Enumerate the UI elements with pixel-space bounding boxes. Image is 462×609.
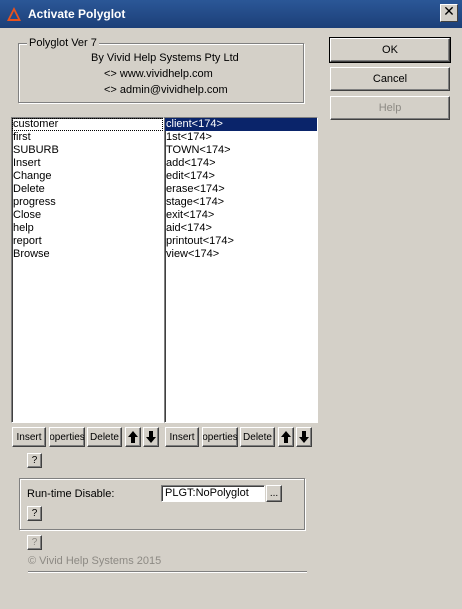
lists-help-button[interactable]: ? <box>27 453 42 468</box>
left-delete-button[interactable]: Delete <box>87 427 122 447</box>
left-move-down-button[interactable] <box>143 427 159 447</box>
ok-button[interactable]: OK <box>329 37 451 63</box>
list-item[interactable]: exit<174> <box>165 209 317 222</box>
footer-divider <box>28 571 307 573</box>
list-item[interactable]: SUBURB <box>12 144 163 157</box>
right-insert-button[interactable]: Insert <box>165 427 199 447</box>
list-item[interactable]: TOWN<174> <box>165 144 317 157</box>
translation-keyword-list[interactable]: client<174> 1st<174> TOWN<174> add<174> … <box>164 117 318 423</box>
company-text: By Vivid Help Systems Pty Ltd <box>91 52 239 64</box>
list-item[interactable]: Close <box>12 209 163 222</box>
list-item[interactable]: client<174> <box>165 118 317 131</box>
source-keyword-list[interactable]: customer first SUBURB Insert Change Dele… <box>11 117 164 423</box>
runtime-disable-label: Run-time Disable: <box>27 488 115 500</box>
list-item[interactable]: progress <box>12 196 163 209</box>
list-item[interactable]: erase<174> <box>165 183 317 196</box>
list-item[interactable]: report <box>12 235 163 248</box>
window-title: Activate Polyglot <box>28 7 126 21</box>
list-item[interactable]: help <box>12 222 163 235</box>
arrow-down-icon <box>299 431 309 443</box>
list-item[interactable]: Delete <box>12 183 163 196</box>
runtime-browse-button[interactable]: ... <box>266 485 282 502</box>
arrow-down-icon <box>146 431 156 443</box>
list-item[interactable]: view<174> <box>165 248 317 261</box>
list-item[interactable]: aid<174> <box>165 222 317 235</box>
list-item[interactable]: customer <box>12 118 163 131</box>
footer-help-button[interactable]: ? <box>27 535 42 550</box>
left-insert-button[interactable]: Insert <box>12 427 46 447</box>
title-bar: Activate Polyglot ✕ <box>0 0 462 28</box>
runtime-disable-input[interactable]: PLGT:NoPolyglot <box>161 485 265 502</box>
right-move-down-button[interactable] <box>296 427 312 447</box>
right-delete-button[interactable]: Delete <box>240 427 275 447</box>
list-item[interactable]: add<174> <box>165 157 317 170</box>
close-button[interactable]: ✕ <box>440 4 458 22</box>
email-link[interactable]: <> admin@vividhelp.com <box>104 84 228 96</box>
list-item[interactable]: Change <box>12 170 163 183</box>
list-item[interactable]: Insert <box>12 157 163 170</box>
list-item[interactable]: edit<174> <box>165 170 317 183</box>
left-properties-button[interactable]: operties <box>49 427 85 447</box>
copyright-text: © Vivid Help Systems 2015 <box>28 555 162 567</box>
arrow-up-icon <box>281 431 291 443</box>
runtime-help-button[interactable]: ? <box>27 506 42 521</box>
right-properties-button[interactable]: operties <box>202 427 238 447</box>
arrow-up-icon <box>128 431 138 443</box>
help-button[interactable]: Help <box>330 96 450 120</box>
list-item[interactable]: first <box>12 131 163 144</box>
cancel-button[interactable]: Cancel <box>330 67 450 91</box>
list-item[interactable]: stage<174> <box>165 196 317 209</box>
right-move-up-button[interactable] <box>278 427 294 447</box>
website-link[interactable]: <> www.vividhelp.com <box>104 68 213 80</box>
list-item[interactable]: Browse <box>12 248 163 261</box>
list-item[interactable]: printout<174> <box>165 235 317 248</box>
left-move-up-button[interactable] <box>125 427 141 447</box>
polyglot-logo-icon <box>7 7 21 21</box>
list-item[interactable]: 1st<174> <box>165 131 317 144</box>
version-legend: Polyglot Ver 7 <box>27 37 99 49</box>
